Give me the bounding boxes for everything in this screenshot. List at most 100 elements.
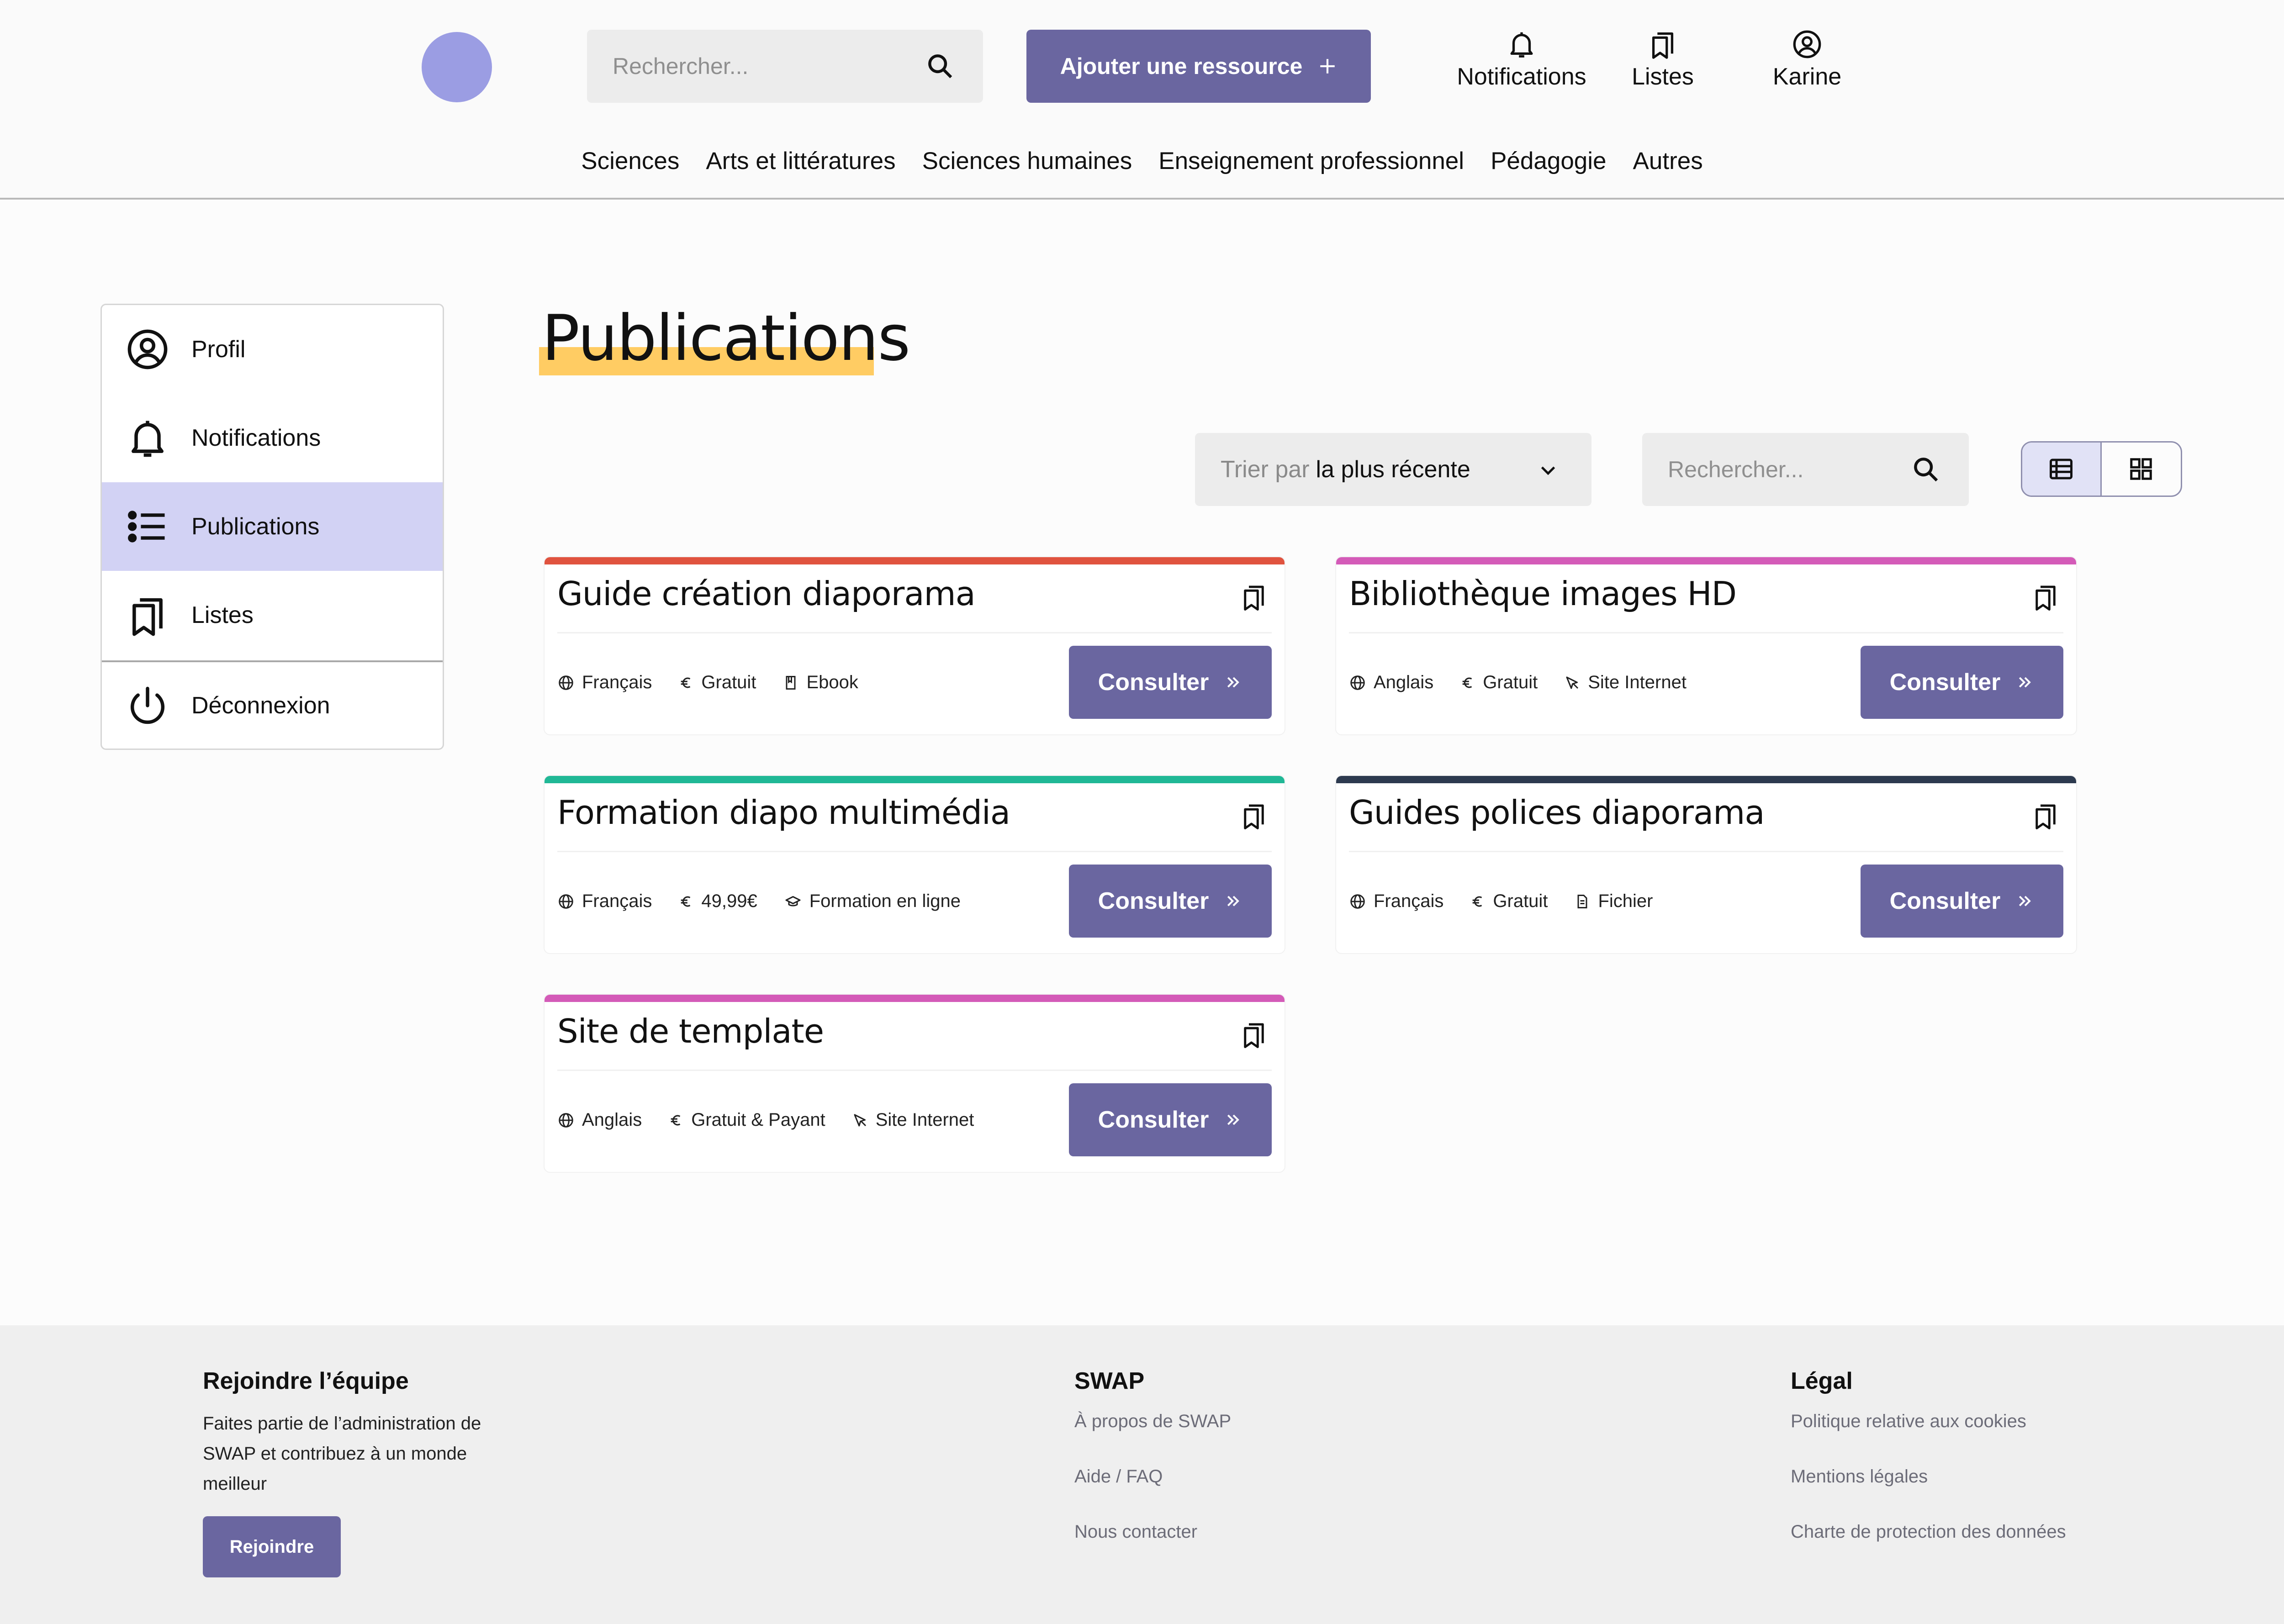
type-label: Fichier (1598, 891, 1653, 911)
card-title[interactable]: Site de template (557, 1012, 824, 1050)
page-title: Publications (542, 301, 910, 375)
table-list-icon (2047, 455, 2075, 483)
card-meta: Français 49,99€ Formation en ligne (557, 891, 961, 912)
header-search-input[interactable]: Rechercher... (587, 30, 983, 103)
footer-join: Rejoindre l’équipe Faites partie de l’ad… (203, 1367, 532, 1577)
header: Rechercher... Ajouter une ressource Noti… (0, 0, 2284, 200)
card-title[interactable]: Bibliothèque images HD (1349, 575, 1737, 613)
category-link[interactable]: Pédagogie (1491, 147, 1606, 175)
footer: Rejoindre l’équipe Faites partie de l’ad… (0, 1325, 2284, 1624)
card-language: Français (557, 672, 652, 693)
card-type: Fichier (1574, 891, 1653, 912)
category-link[interactable]: Arts et littératures (706, 147, 895, 175)
card-meta: Français Gratuit Ebook (557, 672, 858, 693)
consult-button[interactable]: Consulter (1069, 646, 1272, 719)
card-language: Anglais (1349, 672, 1433, 693)
bookmark-icon[interactable] (1239, 581, 1269, 613)
search-placeholder: Rechercher... (1668, 457, 1804, 482)
footer-join-title: Rejoindre l’équipe (203, 1368, 409, 1394)
sidebar-item-logout[interactable]: Déconnexion (102, 661, 443, 749)
card-type: Site Internet (1564, 672, 1687, 693)
footer-link-privacy[interactable]: Charte de protection des données (1791, 1519, 2066, 1574)
card-title[interactable]: Formation diapo multimédia (557, 793, 1010, 832)
globe-icon (1349, 674, 1366, 691)
footer-link-help[interactable]: Aide / FAQ (1074, 1464, 1231, 1519)
bell-icon (1506, 28, 1538, 60)
consult-button[interactable]: Consulter (1861, 646, 2063, 719)
bookmark-icon[interactable] (2030, 800, 2061, 832)
consult-label: Consulter (1889, 888, 2001, 914)
card-language: Anglais (557, 1110, 642, 1130)
globe-icon (557, 893, 575, 910)
nav-user[interactable]: Karine (1767, 28, 1847, 90)
search-icon[interactable] (925, 52, 955, 81)
publication-card: Guides polices diaporama Français Gratuit F… (1335, 775, 2077, 954)
consult-label: Consulter (1098, 669, 1209, 696)
bookmarks-icon (125, 592, 170, 638)
book-icon (782, 675, 799, 691)
sidebar-item-label: Listes (191, 602, 254, 628)
footer-link-cookies[interactable]: Politique relative aux cookies (1791, 1408, 2066, 1464)
category-link[interactable]: Sciences humaines (922, 147, 1132, 175)
category-link[interactable]: Enseignement professionnel (1158, 147, 1464, 175)
footer-link-about[interactable]: À propos de SWAP (1074, 1408, 1231, 1464)
sort-select[interactable]: Trier par la plus récente (1195, 433, 1591, 506)
sort-value: la plus récente (1316, 456, 1470, 483)
euro-icon (1470, 893, 1486, 910)
language-label: Anglais (582, 1110, 642, 1130)
nav-lists[interactable]: Listes (1626, 28, 1699, 90)
bookmark-icon[interactable] (1239, 1018, 1269, 1050)
join-button[interactable]: Rejoindre (203, 1516, 341, 1577)
nav-user-label: Karine (1772, 63, 1842, 90)
language-label: Anglais (1374, 672, 1434, 692)
sidebar-item-lists[interactable]: Listes (102, 571, 443, 659)
category-link[interactable]: Sciences (581, 147, 679, 175)
category-link[interactable]: Autres (1633, 147, 1703, 175)
sidebar-item-profile[interactable]: Profil (102, 305, 443, 394)
site-logo[interactable] (422, 32, 492, 102)
double-chevron-right-icon (1224, 1111, 1242, 1129)
file-icon (1574, 893, 1591, 910)
consult-label: Consulter (1889, 669, 2001, 696)
price-label: Gratuit & Payant (691, 1110, 825, 1130)
publications-search-input[interactable]: Rechercher... (1642, 433, 1969, 506)
grid-icon (2127, 455, 2155, 483)
footer-legal: Légal Politique relative aux cookies Men… (1791, 1367, 2066, 1574)
double-chevron-right-icon (2016, 673, 2034, 691)
double-chevron-right-icon (1224, 673, 1242, 691)
sidebar-item-label: Profil (191, 336, 246, 363)
add-resource-button[interactable]: Ajouter une ressource (1026, 30, 1371, 103)
card-divider (1349, 632, 2063, 633)
search-icon[interactable] (1911, 455, 1940, 484)
double-chevron-right-icon (2016, 892, 2034, 910)
double-chevron-right-icon (1224, 892, 1242, 910)
list-view-button[interactable] (2022, 443, 2102, 496)
category-color-bar (545, 557, 1285, 564)
card-type: Ebook (782, 672, 858, 693)
add-resource-label: Ajouter une ressource (1060, 53, 1303, 79)
account-sidebar: Profil Notifications Publications Listes… (100, 304, 444, 750)
consult-button[interactable]: Consulter (1069, 865, 1272, 938)
consult-label: Consulter (1098, 888, 1209, 914)
card-type: Site Internet (852, 1110, 974, 1130)
bookmark-icon[interactable] (2030, 581, 2061, 613)
search-placeholder: Rechercher... (613, 53, 749, 79)
footer-link-contact[interactable]: Nous contacter (1074, 1519, 1231, 1574)
footer-link-legal-notice[interactable]: Mentions légales (1791, 1464, 2066, 1519)
category-color-bar (545, 776, 1285, 783)
card-title[interactable]: Guides polices diaporama (1349, 793, 1765, 832)
footer-join-text: Faites partie de l’administration de SWA… (203, 1413, 481, 1494)
nav-notifications[interactable]: Notifications (1451, 28, 1592, 90)
card-language: Français (557, 891, 652, 912)
consult-button[interactable]: Consulter (1861, 865, 2063, 938)
bookmark-icon[interactable] (1239, 800, 1269, 832)
type-label: Site Internet (875, 1110, 974, 1130)
grid-view-button[interactable] (2102, 443, 2181, 496)
sidebar-item-notifications[interactable]: Notifications (102, 394, 443, 482)
sidebar-item-publications[interactable]: Publications (102, 482, 443, 571)
card-title[interactable]: Guide création diaporama (557, 575, 976, 613)
user-circle-icon (1791, 28, 1823, 60)
card-divider (1349, 851, 2063, 852)
consult-button[interactable]: Consulter (1069, 1083, 1272, 1156)
price-label: Gratuit (1483, 672, 1538, 692)
